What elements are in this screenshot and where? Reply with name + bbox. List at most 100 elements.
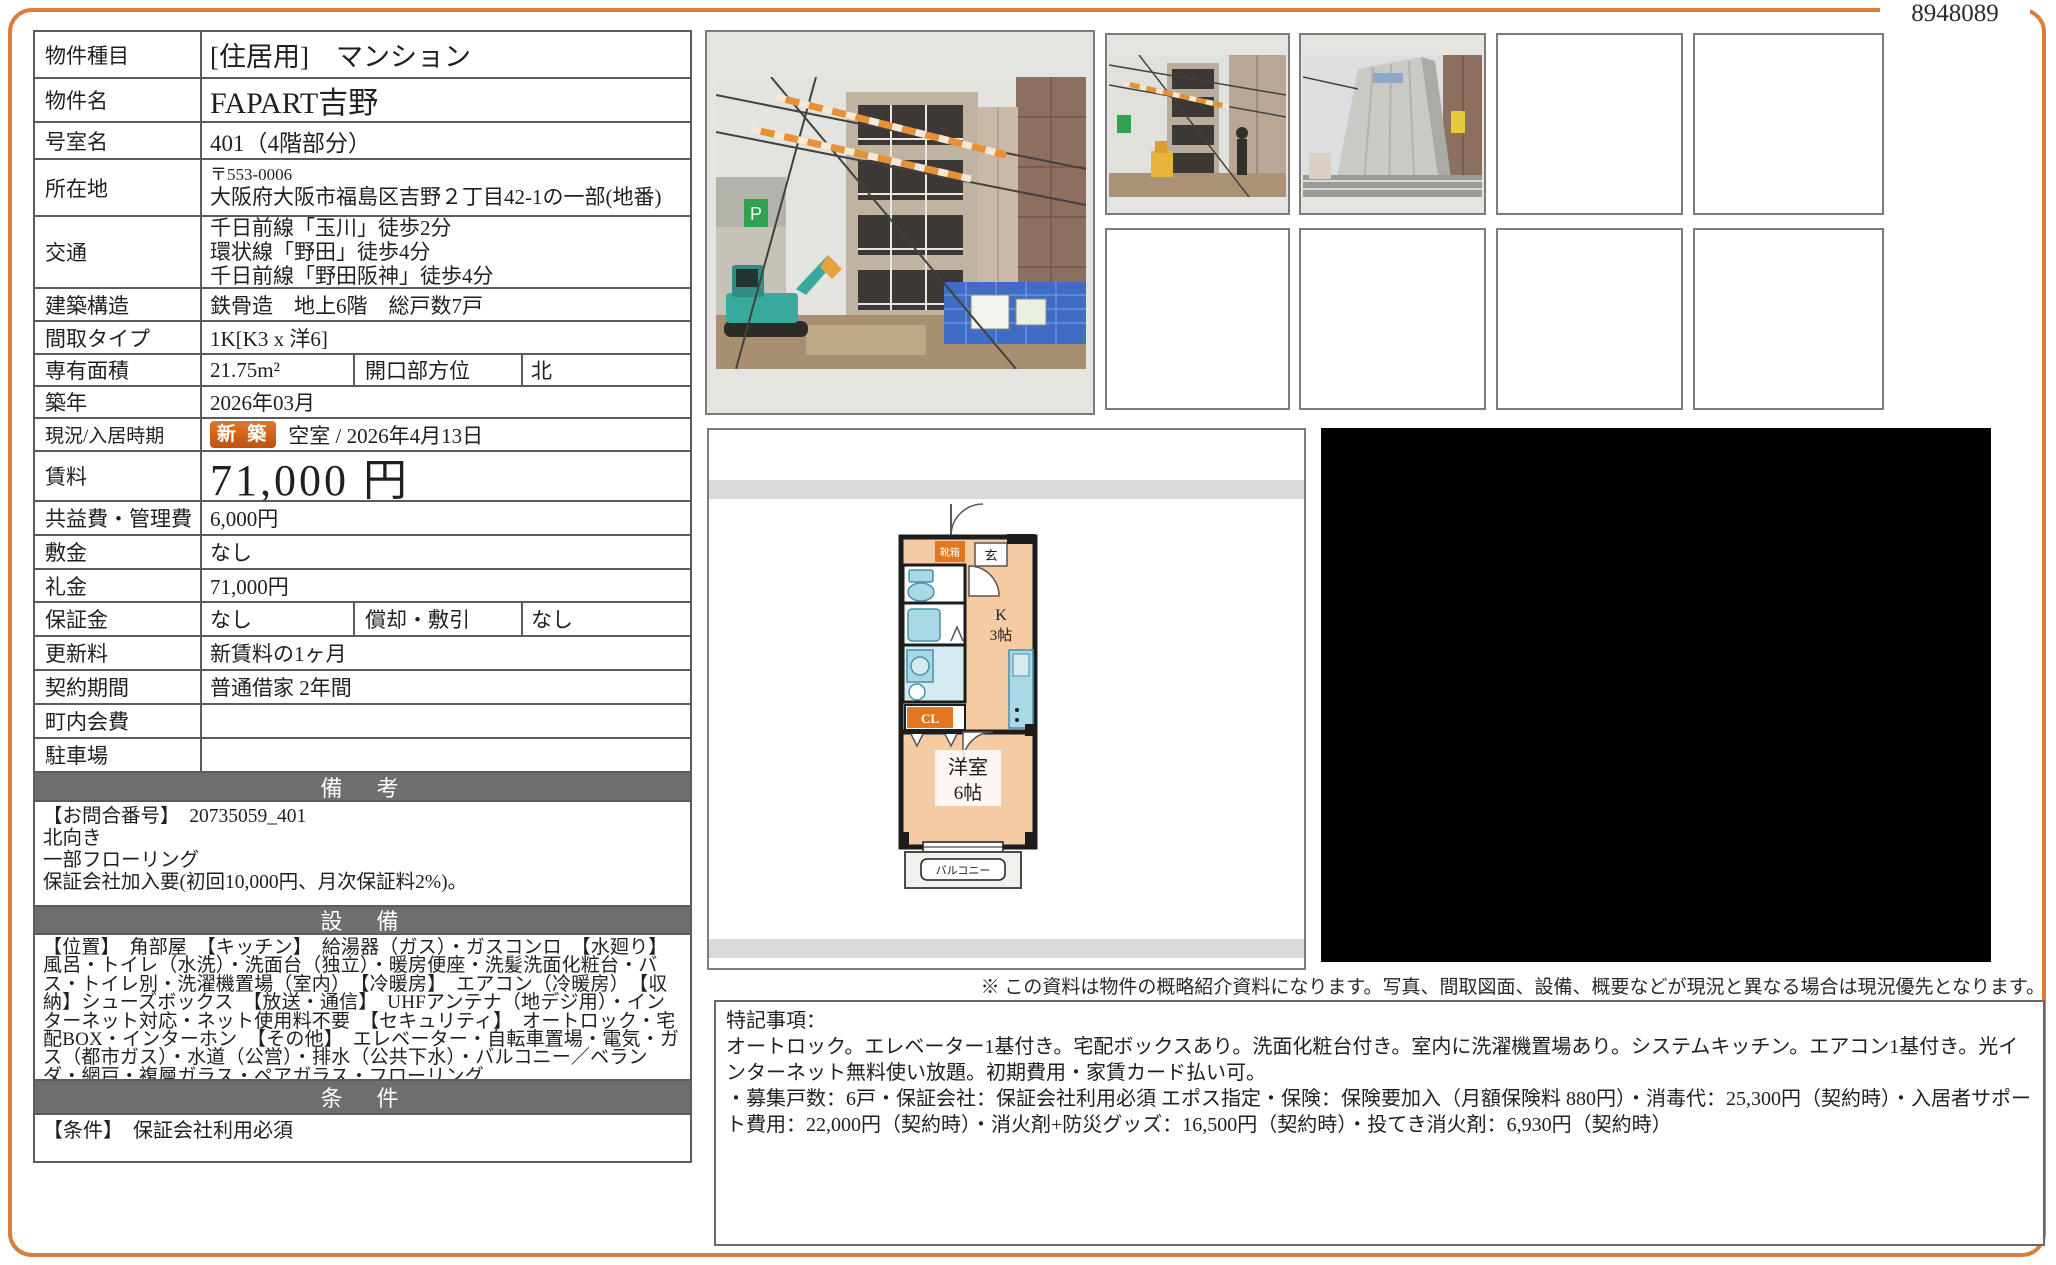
svg-text:P: P bbox=[750, 204, 762, 224]
floor-area-value: 21.75m² bbox=[202, 355, 353, 385]
floorplan-kitchen-label: K bbox=[995, 607, 1007, 624]
floorplan-room-size-label: 6帖 bbox=[954, 782, 983, 804]
row-label: 保証金 bbox=[35, 603, 202, 635]
row-label: 現況/入居時期 bbox=[35, 419, 202, 450]
equipment-text: 【位置】 角部屋 【キッチン】 給湯器（ガス）・ガスコンロ 【水廻り】風呂・トイ… bbox=[43, 939, 682, 1081]
floorplan-room-label: 洋室 bbox=[948, 756, 988, 779]
remarks-section-header: 備 考 bbox=[35, 773, 690, 802]
property-sheet: 8948089 物件種目 [住居用] マンション 物件名 FAPART吉野 号室… bbox=[0, 0, 2056, 1265]
thumbnail-empty-8 bbox=[1693, 228, 1884, 410]
traffic-line-1: 千日前線「玉川」徒歩2分 bbox=[210, 217, 452, 240]
row-label-2: 償却・敷引 bbox=[353, 603, 523, 635]
postal-code: 〒553-0006 bbox=[210, 165, 292, 185]
conditions-text: 【条件】 保証会社利用必須 bbox=[43, 1119, 682, 1143]
new-construction-badge: 新 築 bbox=[210, 421, 276, 448]
table-row: 賃料 71,000 円 bbox=[35, 452, 690, 502]
table-row: 物件名 FAPART吉野 bbox=[35, 79, 690, 123]
traffic-value: 千日前線「玉川」徒歩2分 環状線「野田」徒歩4分 千日前線「野田阪神」徒歩4分 bbox=[202, 217, 690, 287]
thumbnail-empty-7 bbox=[1496, 228, 1683, 410]
thumbnail-empty-4 bbox=[1693, 33, 1884, 215]
parking-value bbox=[202, 739, 690, 771]
remarks-content: 【お問合番号】 20735059_401 北向き 一部フローリング 保証会社加入… bbox=[35, 802, 690, 907]
row-label: 号室名 bbox=[35, 123, 202, 158]
table-row: 号室名 401（4階部分） bbox=[35, 123, 690, 160]
row-label: 駐車場 bbox=[35, 739, 202, 771]
floorplan-letterbox-bottom bbox=[709, 939, 1304, 958]
status-value: 新 築 空室 / 2026年4月13日 bbox=[202, 419, 690, 450]
row-label: 所在地 bbox=[35, 160, 202, 215]
floorplan-balcony-label: バルコニー bbox=[936, 864, 991, 877]
conditions-content: 【条件】 保証会社利用必須 bbox=[35, 1115, 690, 1161]
floorplan-frame: 靴箱 玄 K 3帖 CL 洋室 6 bbox=[707, 428, 1306, 970]
table-row: 駐車場 bbox=[35, 739, 690, 773]
row-label: 礼金 bbox=[35, 570, 202, 601]
table-row: 共益費・管理費 6,000円 bbox=[35, 502, 690, 536]
special-notes-title: 特記事項： bbox=[726, 1008, 2033, 1034]
table-row: 敷金 なし bbox=[35, 536, 690, 570]
amortization-value: なし bbox=[523, 603, 690, 635]
renewal-fee-value: 新賃料の1ヶ月 bbox=[202, 637, 690, 669]
structure-value: 鉄骨造 地上6階 総戸数7戸 bbox=[202, 289, 690, 320]
deposit-value: なし bbox=[202, 536, 690, 568]
special-notes-body-1: オートロック。エレベーター1基付き。宅配ボックスあり。洗面化粧台付き。室内に洗濯… bbox=[726, 1034, 2033, 1086]
table-row: 築年 2026年03月 bbox=[35, 387, 690, 419]
row-label-2: 開口部方位 bbox=[353, 355, 523, 385]
conditions-section-header: 条 件 bbox=[35, 1081, 690, 1115]
row-label: 共益費・管理費 bbox=[35, 502, 202, 534]
maintenance-fee-value: 6,000円 bbox=[202, 502, 690, 534]
remarks-line-3: 一部フローリング bbox=[43, 850, 682, 872]
row-label: 賃料 bbox=[35, 452, 202, 500]
row-label: 物件種目 bbox=[35, 32, 202, 77]
property-type-value: [住居用] マンション bbox=[202, 32, 690, 77]
row-label: 築年 bbox=[35, 387, 202, 417]
table-row: 現況/入居時期 新 築 空室 / 2026年4月13日 bbox=[35, 419, 690, 452]
table-row: 更新料 新賃料の1ヶ月 bbox=[35, 637, 690, 671]
redacted-map-area bbox=[1321, 428, 1991, 962]
room-number-value: 401（4階部分） bbox=[202, 123, 690, 158]
floorplan-kitchen-size-label: 3帖 bbox=[990, 627, 1013, 644]
street-address: 大阪府大阪市福島区吉野２丁目42-1の一部(地番) bbox=[210, 185, 661, 210]
main-photo-frame: P bbox=[705, 30, 1095, 415]
row-label: 物件名 bbox=[35, 79, 202, 121]
main-photo: P bbox=[716, 77, 1086, 369]
vacancy-movein-text: 空室 / 2026年4月13日 bbox=[288, 420, 483, 450]
property-spec-table: 物件種目 [住居用] マンション 物件名 FAPART吉野 号室名 401（4階… bbox=[33, 30, 692, 1163]
row-label: 交通 bbox=[35, 217, 202, 287]
table-row: 専有面積 21.75m² 開口部方位 北 bbox=[35, 355, 690, 387]
disclaimer-text: ※ この資料は物件の概略紹介資料になります。写真、間取図面、設備、概要などが現況… bbox=[981, 972, 2045, 999]
special-notes-body-2: ・募集戸数：6戸・保証会社：保証会社利用必須 エポス指定・保険：保険要加入（月額… bbox=[726, 1086, 2033, 1138]
row-label: 更新料 bbox=[35, 637, 202, 669]
key-money-value: 71,000円 bbox=[202, 570, 690, 601]
thumbnail-empty-5 bbox=[1105, 228, 1290, 410]
contract-period-value: 普通借家 2年間 bbox=[202, 671, 690, 703]
property-name-value: FAPART吉野 bbox=[202, 79, 690, 121]
table-row: 所在地 〒553-0006 大阪府大阪市福島区吉野２丁目42-1の一部(地番) bbox=[35, 160, 690, 217]
traffic-line-3: 千日前線「野田阪神」徒歩4分 bbox=[210, 264, 494, 287]
rent-value: 71,000 円 bbox=[202, 452, 690, 500]
thumbnail-2-image bbox=[1303, 55, 1482, 197]
table-row: 間取タイプ 1K[K3 x 洋6] bbox=[35, 322, 690, 355]
table-row: 交通 千日前線「玉川」徒歩2分 環状線「野田」徒歩4分 千日前線「野田阪神」徒歩… bbox=[35, 217, 690, 289]
row-label: 建築構造 bbox=[35, 289, 202, 320]
equipment-section-header: 設 備 bbox=[35, 907, 690, 935]
remarks-line-4: 保証会社加入要(初回10,000円、月次保証料2%)。 bbox=[43, 872, 682, 894]
table-row: 町内会費 bbox=[35, 705, 690, 739]
floorplan-closet-label: CL bbox=[921, 711, 939, 726]
address-value: 〒553-0006 大阪府大阪市福島区吉野２丁目42-1の一部(地番) bbox=[202, 160, 690, 215]
row-label: 町内会費 bbox=[35, 705, 202, 737]
floorplan-shoebox-label: 靴箱 bbox=[940, 546, 960, 559]
floorplan-letterbox-top bbox=[709, 480, 1304, 499]
built-year-value: 2026年03月 bbox=[202, 387, 690, 417]
traffic-line-2: 環状線「野田」徒歩4分 bbox=[210, 240, 431, 264]
table-row: 礼金 71,000円 bbox=[35, 570, 690, 603]
row-label: 間取タイプ bbox=[35, 322, 202, 353]
equipment-content: 【位置】 角部屋 【キッチン】 給湯器（ガス）・ガスコンロ 【水廻り】風呂・トイ… bbox=[35, 935, 690, 1081]
thumbnail-empty-6 bbox=[1299, 228, 1486, 410]
special-notes-box: 特記事項： オートロック。エレベーター1基付き。宅配ボックスあり。洗面化粧台付き… bbox=[714, 1000, 2045, 1246]
thumbnail-photo-2 bbox=[1299, 33, 1486, 215]
neighborhood-fee-value bbox=[202, 705, 690, 737]
row-label: 契約期間 bbox=[35, 671, 202, 703]
floorplan-entrance-label: 玄 bbox=[984, 548, 997, 563]
remarks-line-1: 【お問合番号】 20735059_401 bbox=[43, 806, 682, 828]
floorplan-drawing: 靴箱 玄 K 3帖 CL 洋室 6 bbox=[893, 502, 1043, 892]
